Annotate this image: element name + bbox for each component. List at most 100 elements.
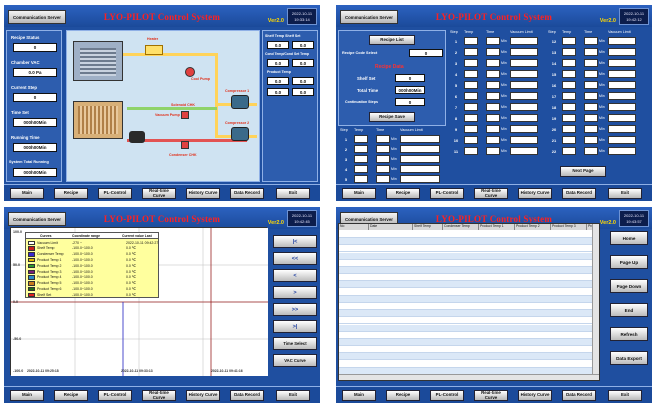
nav-realtime-curve-button[interactable]: Real-time Curve [142, 390, 176, 401]
step-time-input[interactable] [486, 81, 500, 89]
nav-recipe-button[interactable]: Recipe [54, 390, 88, 401]
step-vacuum-input[interactable] [510, 136, 538, 144]
vertical-scrollbar[interactable] [592, 224, 599, 380]
step-temp-input[interactable] [354, 145, 368, 153]
step-vacuum-input[interactable] [608, 125, 636, 133]
table-column-header[interactable]: No [339, 224, 369, 230]
step-time-input[interactable] [584, 81, 598, 89]
step-vacuum-input[interactable] [510, 147, 538, 155]
step-vacuum-input[interactable] [510, 59, 538, 67]
nav-realtime-curve-button[interactable]: Real-time Curve [474, 390, 508, 401]
step-vacuum-input[interactable] [510, 92, 538, 100]
step-temp-input[interactable] [562, 103, 576, 111]
step-temp-input[interactable] [464, 92, 478, 100]
step-time-input[interactable] [584, 59, 598, 67]
table-row[interactable] [339, 259, 593, 267]
table-column-header[interactable]: Condenser Temp [443, 224, 479, 230]
nav-main-button[interactable]: Main [342, 188, 376, 199]
step-vacuum-input[interactable] [608, 37, 636, 45]
step-time-input[interactable] [486, 103, 500, 111]
nav-recipe-button[interactable]: Recipe [386, 390, 420, 401]
step-vacuum-input[interactable] [400, 175, 440, 183]
continuation-steps-input[interactable]: 0 [395, 98, 425, 106]
nav-main-button[interactable]: Main [342, 390, 376, 401]
nav-realtime-curve-button[interactable]: Real-time Curve [142, 188, 176, 199]
nav-exit-button[interactable]: Exit [276, 390, 310, 401]
step-time-input[interactable] [486, 114, 500, 122]
table-row[interactable] [339, 339, 593, 346]
table-row[interactable] [339, 288, 593, 296]
page-down-button[interactable]: Page Down [610, 279, 648, 293]
step-temp-input[interactable] [562, 125, 576, 133]
step-vacuum-input[interactable] [400, 135, 440, 143]
nav-realtime-curve-button[interactable]: Real-time Curve [474, 188, 508, 199]
nav-pl-control-button[interactable]: PL-Control [98, 188, 132, 199]
step-vacuum-input[interactable] [608, 48, 636, 56]
table-column-header[interactable]: Product Temp 1 [479, 224, 515, 230]
recipe-code-input[interactable]: 0 [409, 49, 443, 57]
table-row[interactable] [339, 360, 593, 368]
step-vacuum-input[interactable] [400, 155, 440, 163]
step-vacuum-input[interactable] [510, 81, 538, 89]
step-temp-input[interactable] [464, 114, 478, 122]
nav-history-curve-button[interactable]: History Curve [186, 188, 220, 199]
nav-exit-button[interactable]: Exit [276, 188, 310, 199]
fast-forward-button[interactable]: >> [273, 303, 317, 316]
recipe-save-button[interactable]: Recipe Save [369, 112, 415, 122]
table-row[interactable] [339, 317, 593, 325]
back-button[interactable]: < [273, 269, 317, 282]
step-temp-input[interactable] [562, 59, 576, 67]
horizontal-scrollbar[interactable] [339, 374, 599, 380]
step-time-input[interactable] [376, 165, 390, 173]
step-temp-input[interactable] [354, 155, 368, 163]
step-temp-input[interactable] [464, 147, 478, 155]
step-temp-input[interactable] [464, 37, 478, 45]
step-temp-input[interactable] [562, 136, 576, 144]
step-temp-input[interactable] [464, 81, 478, 89]
nav-main-button[interactable]: Main [10, 188, 44, 199]
step-vacuum-input[interactable] [608, 103, 636, 111]
table-row[interactable] [339, 245, 593, 253]
nav-data-record-button[interactable]: Data Record [562, 188, 596, 199]
table-row[interactable] [339, 267, 593, 274]
step-time-input[interactable] [376, 155, 390, 163]
nav-exit-button[interactable]: Exit [608, 188, 642, 199]
nav-data-record-button[interactable]: Data Record [230, 390, 264, 401]
step-time-input[interactable] [486, 136, 500, 144]
table-row[interactable] [339, 252, 593, 260]
table-row[interactable] [339, 295, 593, 303]
step-temp-input[interactable] [464, 59, 478, 67]
step-temp-input[interactable] [464, 136, 478, 144]
table-column-header[interactable]: Product Temp 2 [515, 224, 551, 230]
nav-pl-control-button[interactable]: PL-Control [430, 188, 464, 199]
table-row[interactable] [339, 281, 593, 289]
step-vacuum-input[interactable] [400, 165, 440, 173]
step-temp-input[interactable] [464, 125, 478, 133]
step-temp-input[interactable] [562, 92, 576, 100]
first-page-button[interactable]: |< [273, 235, 317, 248]
table-column-header[interactable]: Date [369, 224, 413, 230]
step-vacuum-input[interactable] [510, 114, 538, 122]
step-time-input[interactable] [376, 135, 390, 143]
step-temp-input[interactable] [354, 175, 368, 183]
step-time-input[interactable] [486, 48, 500, 56]
step-time-input[interactable] [486, 147, 500, 155]
time-select-button[interactable]: Time Select [273, 337, 317, 350]
nav-exit-button[interactable]: Exit [608, 390, 642, 401]
step-vacuum-input[interactable] [510, 125, 538, 133]
step-vacuum-input[interactable] [608, 136, 636, 144]
table-row[interactable] [339, 353, 593, 361]
shelf-set-input[interactable]: 0 [395, 74, 425, 82]
table-row[interactable] [339, 331, 593, 339]
nav-data-record-button[interactable]: Data Record [562, 390, 596, 401]
fast-back-button[interactable]: << [273, 252, 317, 265]
step-temp-input[interactable] [562, 81, 576, 89]
step-time-input[interactable] [486, 37, 500, 45]
vac-curve-button[interactable]: VAC Curve [273, 354, 317, 367]
step-temp-input[interactable] [464, 103, 478, 111]
step-temp-input[interactable] [354, 135, 368, 143]
next-page-button[interactable]: Next Page [560, 166, 606, 177]
step-time-input[interactable] [584, 103, 598, 111]
step-time-input[interactable] [584, 125, 598, 133]
table-row[interactable] [339, 274, 593, 282]
